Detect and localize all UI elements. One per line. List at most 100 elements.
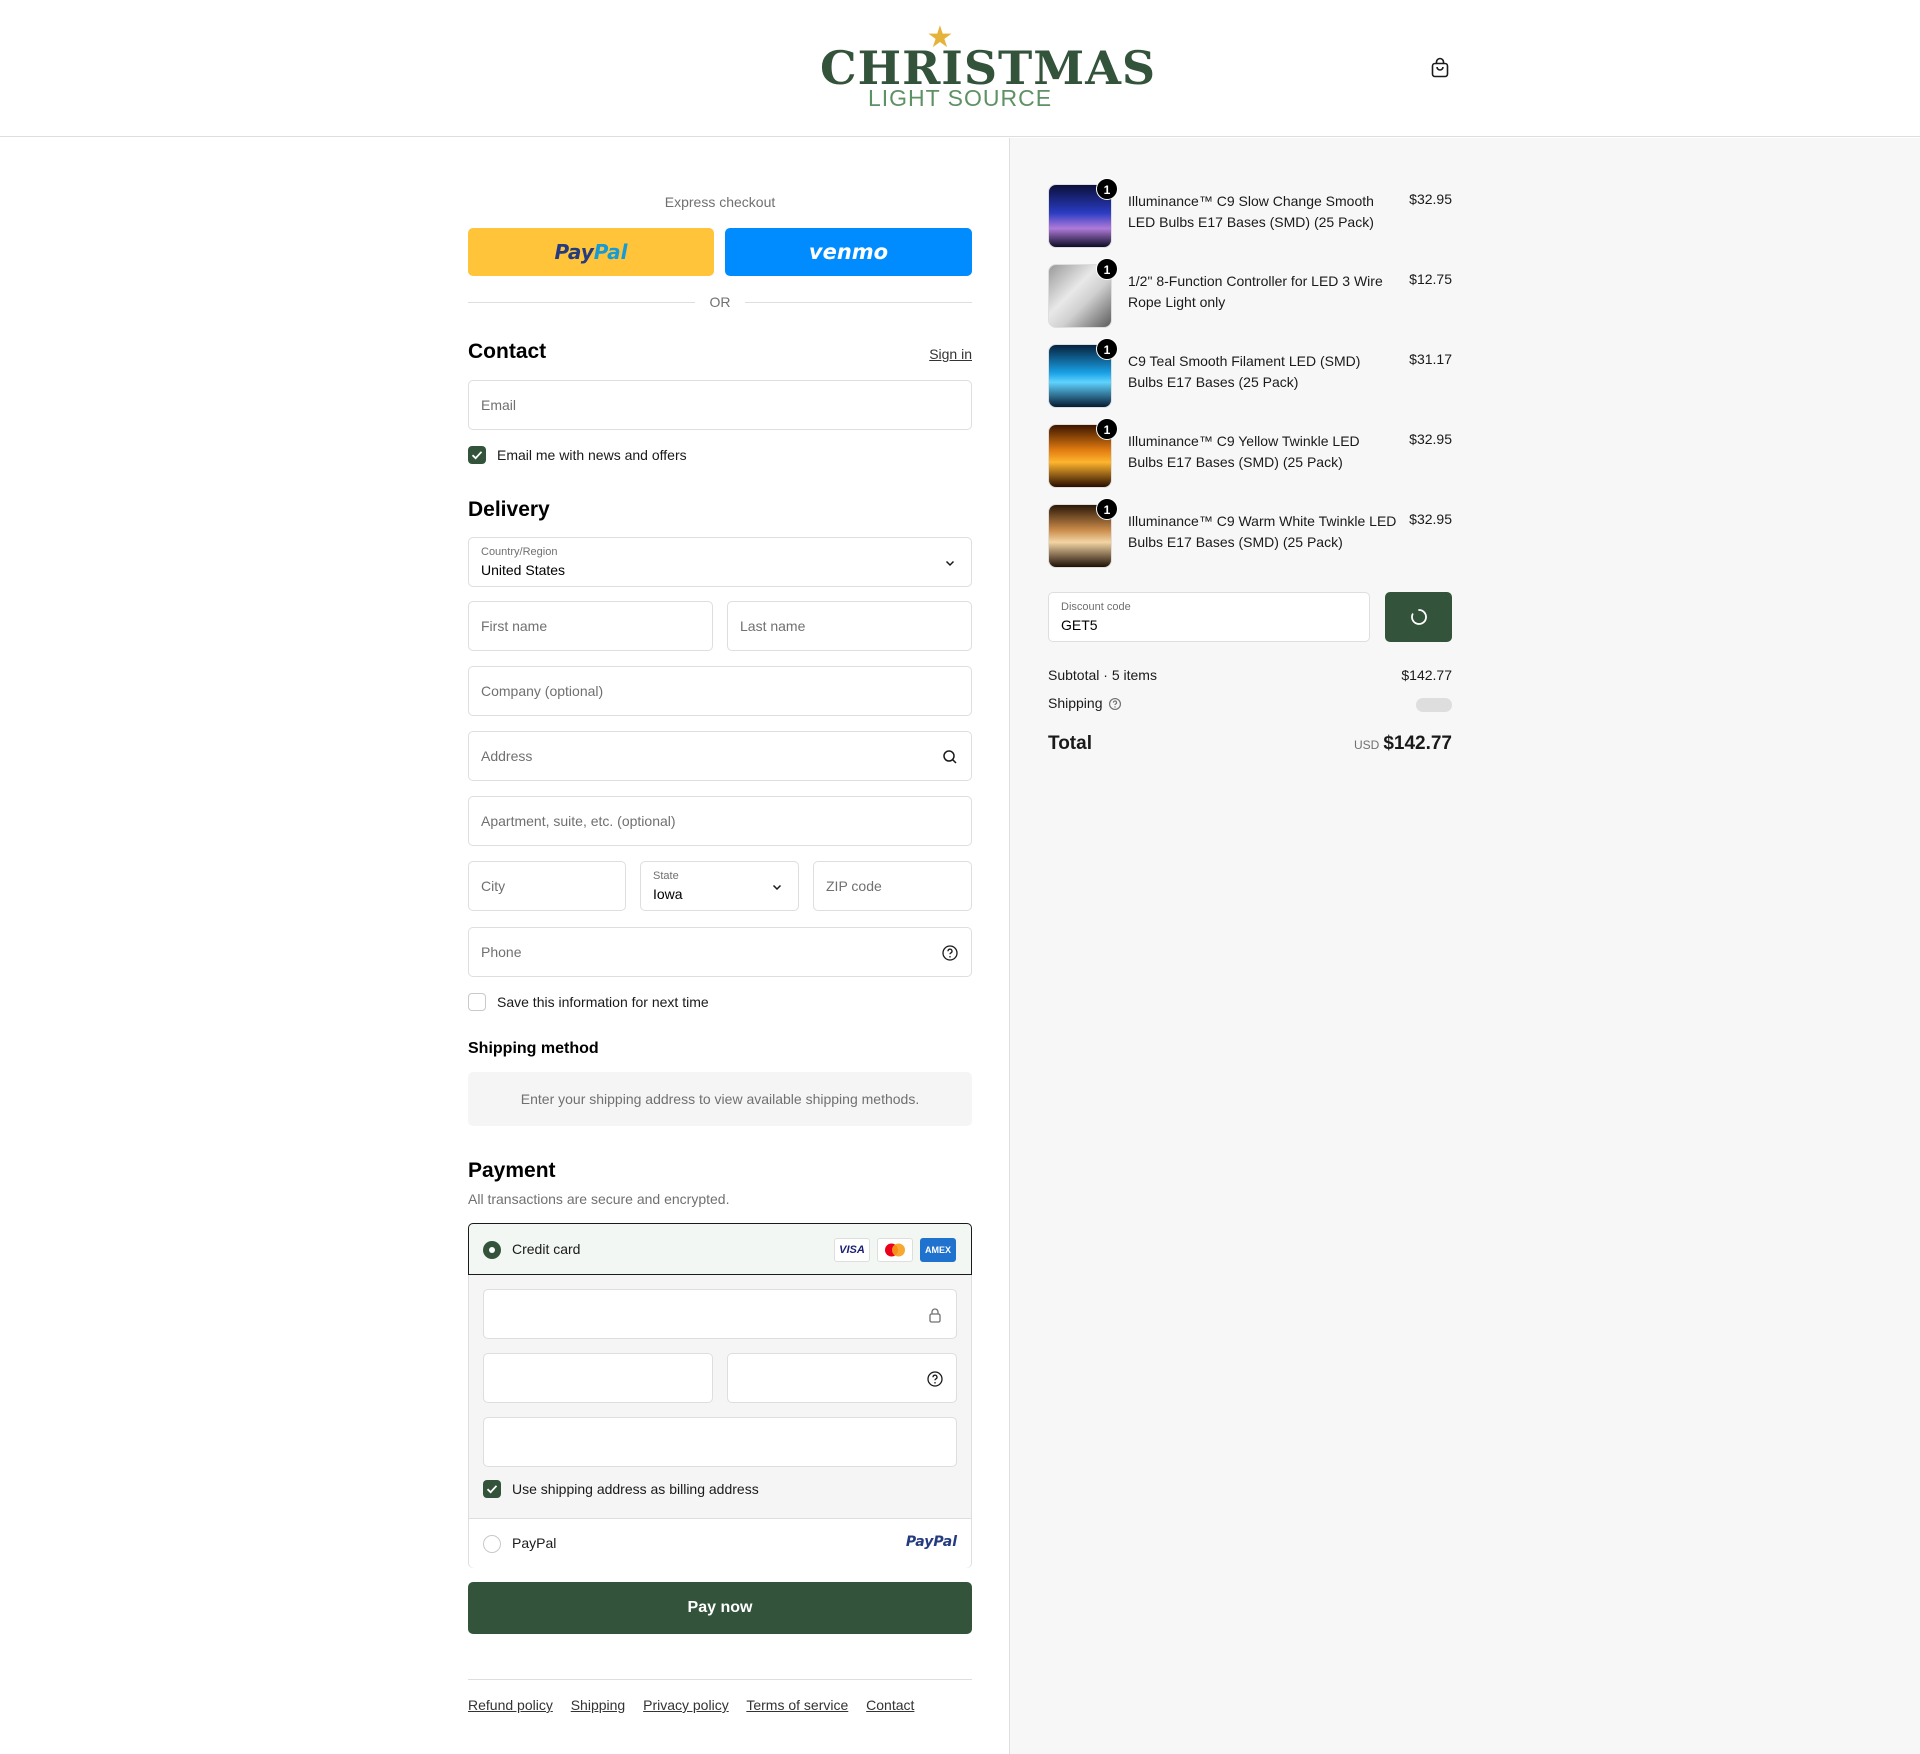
payment-methods-box: Credit card VISA AMEX Use shipping addre…	[468, 1223, 972, 1568]
shipping-row: Shipping	[1048, 695, 1452, 712]
country-value: United States	[481, 562, 566, 578]
zip-field[interactable]: ZIP code	[813, 861, 972, 911]
sign-in-link[interactable]: Sign in	[929, 346, 972, 362]
product-name: Illuminance™ C9 Yellow Twinkle LED Bulbs…	[1128, 433, 1360, 470]
credit-card-option[interactable]: Credit card VISA AMEX	[468, 1223, 972, 1275]
quantity-badge: 1	[1096, 338, 1118, 360]
quantity-badge: 1	[1096, 498, 1118, 520]
address-field[interactable]: Address	[468, 731, 972, 781]
apartment-placeholder: Apartment, suite, etc. (optional)	[481, 813, 676, 829]
shipping-method-note: Enter your shipping address to view avai…	[468, 1072, 972, 1126]
paypal-express-button[interactable]: Pay Pal	[468, 228, 714, 276]
search-icon[interactable]	[941, 748, 959, 766]
card-cvv-field[interactable]	[727, 1353, 957, 1403]
company-field[interactable]: Company (optional)	[468, 666, 972, 716]
shipping-link[interactable]: Shipping	[571, 1697, 626, 1713]
last-name-field[interactable]: Last name	[727, 601, 972, 651]
shipping-loading-placeholder	[1416, 698, 1452, 712]
zip-placeholder: ZIP code	[826, 878, 882, 894]
card-expiry-field[interactable]	[483, 1353, 713, 1403]
visa-text: VISA	[839, 1244, 865, 1256]
payment-heading: Payment	[468, 1159, 556, 1182]
help-circle-icon[interactable]	[941, 944, 959, 962]
discount-code-field[interactable]: Discount code GET5	[1048, 592, 1370, 642]
paypal-radio[interactable]	[483, 1535, 501, 1553]
apartment-field[interactable]: Apartment, suite, etc. (optional)	[468, 796, 972, 846]
card-name-field[interactable]	[483, 1417, 957, 1467]
pay-now-button[interactable]: Pay now	[468, 1582, 972, 1634]
paypal-option[interactable]: PayPal PayPal	[469, 1518, 971, 1568]
card-number-field[interactable]	[483, 1289, 957, 1339]
contact-link[interactable]: Contact	[866, 1697, 914, 1713]
cart-line-item: 1 1/2" 8-Function Controller for LED 3 W…	[1048, 258, 1452, 328]
currency-code: USD	[1353, 738, 1380, 752]
email-field[interactable]: Email	[468, 380, 972, 430]
subtotal-value: $142.77	[1401, 667, 1452, 683]
shipping-label: Shipping	[1048, 695, 1103, 711]
product-price: $31.17	[1409, 351, 1452, 367]
check-icon	[486, 1485, 498, 1494]
terms-of-service-link[interactable]: Terms of service	[746, 1697, 848, 1713]
store-logo[interactable]: ★ CHRISTMAS LIGHT SOURCE	[820, 23, 1155, 111]
cart-line-item: 1 Illuminance™ C9 Slow Change Smooth LED…	[1048, 178, 1452, 248]
product-name: Illuminance™ C9 Slow Change Smooth LED B…	[1128, 193, 1374, 230]
save-info-checkbox[interactable]	[468, 993, 486, 1011]
discount-code-value: GET5	[1061, 617, 1098, 633]
country-label: Country/Region	[481, 546, 558, 558]
credit-card-radio[interactable]	[483, 1241, 501, 1259]
discount-code-label: Discount code	[1061, 601, 1131, 613]
news-offers-checkbox[interactable]	[468, 446, 486, 464]
total-label: Total	[1048, 733, 1092, 754]
privacy-policy-link[interactable]: Privacy policy	[643, 1697, 729, 1713]
city-field[interactable]: City	[468, 861, 626, 911]
footer-links: Refund policy Shipping Privacy policy Te…	[468, 1697, 928, 1713]
email-placeholder: Email	[481, 397, 517, 413]
or-divider-text: OR	[709, 294, 731, 310]
amex-text: AMEX	[924, 1245, 951, 1255]
help-circle-icon[interactable]	[926, 1370, 944, 1388]
news-offers-label: Email me with news and offers	[497, 447, 687, 463]
product-price: $32.95	[1409, 431, 1452, 447]
lock-icon	[929, 1308, 941, 1323]
chevron-down-icon	[945, 560, 955, 567]
subtotal-row: Subtotal · 5 items $142.77	[1048, 667, 1452, 683]
phone-field[interactable]: Phone	[468, 927, 972, 977]
apply-discount-button[interactable]	[1385, 592, 1452, 642]
city-placeholder: City	[481, 878, 506, 894]
delivery-heading: Delivery	[468, 498, 550, 521]
visa-icon: VISA	[834, 1238, 870, 1262]
product-price: $12.75	[1409, 271, 1452, 287]
product-name: C9 Teal Smooth Filament LED (SMD) Bulbs …	[1128, 353, 1361, 390]
product-price: $32.95	[1409, 191, 1452, 207]
product-price: $32.95	[1409, 511, 1452, 527]
contact-heading: Contact	[468, 340, 547, 363]
billing-same-checkbox[interactable]	[483, 1480, 501, 1498]
venmo-express-button[interactable]: venmo	[725, 228, 972, 276]
help-circle-icon[interactable]	[1108, 697, 1122, 711]
state-select[interactable]: State Iowa	[640, 861, 799, 911]
company-placeholder: Company (optional)	[481, 683, 604, 699]
amex-icon: AMEX	[920, 1238, 956, 1262]
cart-line-item: 1 Illuminance™ C9 Warm White Twinkle LED…	[1048, 498, 1452, 568]
cart-line-item: 1 Illuminance™ C9 Yellow Twinkle LED Bul…	[1048, 418, 1452, 488]
product-name: 1/2" 8-Function Controller for LED 3 Wir…	[1128, 273, 1383, 310]
logo-sub-text: LIGHT SOURCE	[867, 85, 1053, 111]
paypal-logo-part-b: Pal	[593, 240, 628, 264]
first-name-field[interactable]: First name	[468, 601, 713, 651]
site-header: ★ CHRISTMAS LIGHT SOURCE	[0, 0, 1920, 137]
express-checkout-title: Express checkout	[664, 194, 776, 210]
quantity-badge: 1	[1096, 258, 1118, 280]
shopping-bag-icon[interactable]	[1428, 56, 1452, 80]
country-select[interactable]: Country/Region United States	[468, 537, 972, 587]
cart-line-item: 1 C9 Teal Smooth Filament LED (SMD) Bulb…	[1048, 338, 1452, 408]
state-label: State	[653, 870, 679, 882]
quantity-badge: 1	[1096, 178, 1118, 200]
chevron-down-icon	[772, 884, 782, 891]
credit-card-label: Credit card	[512, 1241, 581, 1257]
total-amount: USD $142.77	[1354, 733, 1452, 755]
paypal-option-label: PayPal	[512, 1535, 557, 1551]
subtotal-label: Subtotal · 5 items	[1048, 667, 1157, 683]
check-icon	[471, 451, 483, 460]
state-value: Iowa	[653, 886, 683, 902]
refund-policy-link[interactable]: Refund policy	[468, 1697, 553, 1713]
